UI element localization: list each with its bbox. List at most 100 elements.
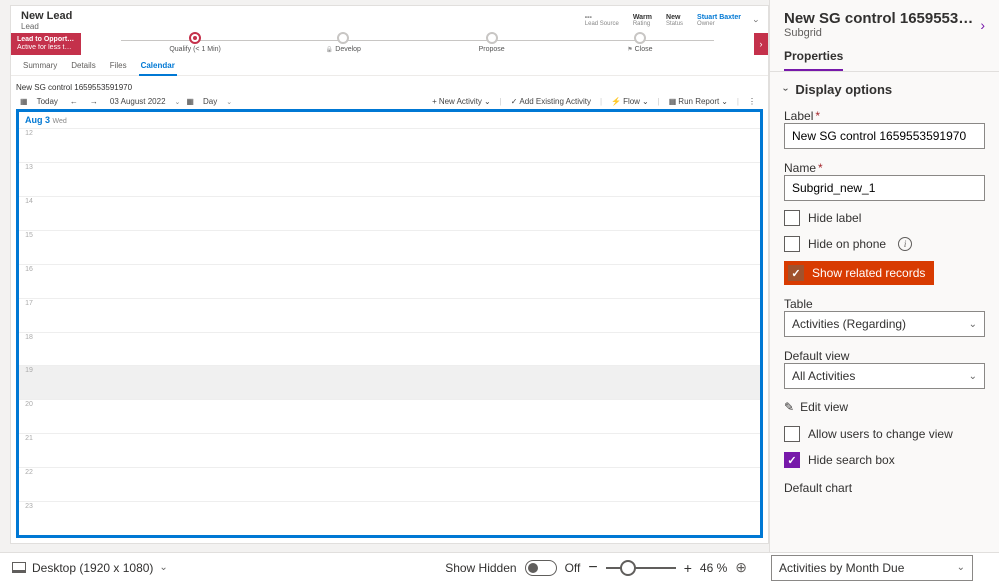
stage-develop[interactable]: Develop (269, 35, 417, 53)
default-view-label: Default view (784, 349, 985, 363)
zoom-value: 46 % (700, 561, 727, 575)
checkbox-checked-icon: ✓ (788, 265, 804, 281)
pencil-icon: ✎ (784, 400, 794, 414)
hour-label: 18 (19, 333, 39, 366)
view-selector[interactable]: Day (200, 96, 220, 107)
name-field-label: Name* (784, 161, 985, 175)
label-input[interactable] (784, 123, 985, 149)
info-icon[interactable]: i (898, 237, 912, 251)
form-tabs: Summary Details Files Calendar (11, 55, 768, 76)
calendar-grid[interactable]: 121314151617181920212223 (19, 128, 760, 535)
checkbox-checked-icon: ✓ (784, 452, 800, 468)
prev-button[interactable]: ← (67, 96, 81, 107)
zoom-out-button[interactable]: − (588, 559, 597, 577)
calendar-hour-row[interactable]: 14 (19, 196, 760, 230)
hour-label: 17 (19, 299, 39, 332)
default-chart-label: Default chart (784, 481, 985, 495)
name-input[interactable] (784, 175, 985, 201)
stage-icon (337, 32, 349, 44)
calendar-hour-row[interactable]: 16 (19, 264, 760, 298)
checkbox-icon (784, 426, 800, 442)
calendar-hour-row[interactable]: 21 (19, 433, 760, 467)
today-button[interactable]: Today (34, 96, 61, 107)
process-badge[interactable]: Lead to Opportunity Sal... Active for le… (11, 33, 81, 55)
next-button[interactable]: → (87, 96, 101, 107)
monitor-icon (12, 562, 26, 573)
calendar-hour-row[interactable]: 19 (19, 365, 760, 399)
process-next-arrow[interactable]: › (754, 33, 768, 55)
process-duration: Active for less than one mi... (17, 44, 75, 52)
table-dropdown[interactable]: Activities (Regarding) ⌄ (784, 311, 985, 337)
calendar-hour-row[interactable]: 18 (19, 332, 760, 366)
hour-label: 12 (19, 129, 39, 162)
properties-tab[interactable]: Properties (784, 43, 843, 71)
calendar-hour-row[interactable]: 12 (19, 128, 760, 162)
view-icon: ▦ (186, 97, 194, 106)
owner-value[interactable]: Stuart Baxter (697, 14, 741, 21)
calendar-control[interactable]: Aug 3 Wed 121314151617181920212223 (16, 109, 763, 538)
hide-search-box-checkbox[interactable]: ✓ Hide search box (784, 451, 985, 469)
display-options-section[interactable]: › Display options (784, 82, 985, 97)
date-picker[interactable]: 03 August 2022 (107, 96, 169, 107)
calendar-hour-row[interactable]: 17 (19, 298, 760, 332)
zoom-in-button[interactable]: + (684, 560, 692, 576)
stage-propose[interactable]: Propose (418, 35, 566, 53)
form-title: New Lead (21, 10, 585, 22)
rating-value: Warm (633, 14, 652, 21)
fit-to-screen-icon[interactable]: ⊕ (735, 559, 747, 576)
stage-icon (634, 32, 646, 44)
show-related-records-checkbox[interactable]: ✓ Show related records (784, 261, 934, 285)
show-hidden-toggle[interactable] (525, 560, 557, 576)
add-existing-button[interactable]: ✓ Add Existing Activity (508, 96, 594, 107)
header-expand-chevron-icon[interactable]: › (752, 19, 762, 22)
status-label: Status (666, 21, 683, 27)
stage-qualify[interactable]: Qualify (< 1 Min) (121, 35, 269, 53)
status-value: New (666, 14, 680, 21)
chevron-down-icon: ⌄ (969, 319, 977, 330)
hide-on-phone-checkbox[interactable]: Hide on phone i (784, 235, 985, 253)
calendar-hour-row[interactable]: 13 (19, 162, 760, 196)
chevron-down-icon: ⌄ (957, 562, 965, 573)
calendar-hour-row[interactable]: 15 (19, 230, 760, 264)
stage-active-icon (189, 32, 201, 44)
edit-view-link[interactable]: ✎ Edit view (784, 397, 985, 417)
calendar-hour-row[interactable]: 23 (19, 501, 760, 535)
tab-summary[interactable]: Summary (21, 58, 59, 75)
calendar-hour-row[interactable]: 22 (19, 467, 760, 501)
toggle-state: Off (565, 561, 581, 575)
stage-icon (486, 32, 498, 44)
hide-label-checkbox[interactable]: Hide label (784, 209, 985, 227)
resolution-selector[interactable]: Desktop (1920 x 1080) (32, 561, 153, 575)
run-report-button[interactable]: ▦ Run Report ⌄ (666, 96, 731, 107)
checkbox-icon (784, 236, 800, 252)
hour-label: 15 (19, 231, 39, 264)
rating-label: Rating (633, 21, 650, 27)
chevron-down-icon: ⌄ (969, 371, 977, 382)
flow-button[interactable]: ⚡ Flow ⌄ (608, 96, 652, 107)
stage-close[interactable]: Close (566, 35, 714, 53)
chevron-right-icon[interactable]: › (980, 17, 985, 33)
hour-label: 19 (19, 366, 39, 399)
tab-calendar[interactable]: Calendar (139, 58, 177, 76)
tab-files[interactable]: Files (108, 58, 129, 75)
hour-label: 16 (19, 265, 39, 298)
owner-label: Owner (697, 21, 715, 27)
lock-icon (326, 46, 333, 53)
header-fields: ---Lead Source WarmRating NewStatus Stua… (585, 14, 758, 27)
new-activity-button[interactable]: + New Activity ⌄ (429, 96, 494, 107)
hour-label: 14 (19, 197, 39, 230)
calendar-hour-row[interactable]: 20 (19, 399, 760, 433)
show-hidden-label: Show Hidden (445, 561, 516, 575)
hour-label: 20 (19, 400, 39, 433)
form-subtitle: Lead (21, 22, 585, 31)
tab-details[interactable]: Details (69, 58, 97, 75)
more-button[interactable]: ⋮ (745, 96, 759, 107)
zoom-slider[interactable] (606, 567, 676, 569)
chevron-down-icon: ⌄ (159, 562, 167, 573)
calendar-icon: ▦ (20, 97, 28, 106)
default-chart-dropdown[interactable]: Activities by Month Due ⌄ (771, 555, 973, 581)
hour-label: 22 (19, 468, 39, 501)
default-view-dropdown[interactable]: All Activities ⌄ (784, 363, 985, 389)
lead-source-label: Lead Source (585, 21, 619, 27)
allow-change-view-checkbox[interactable]: Allow users to change view (784, 425, 985, 443)
